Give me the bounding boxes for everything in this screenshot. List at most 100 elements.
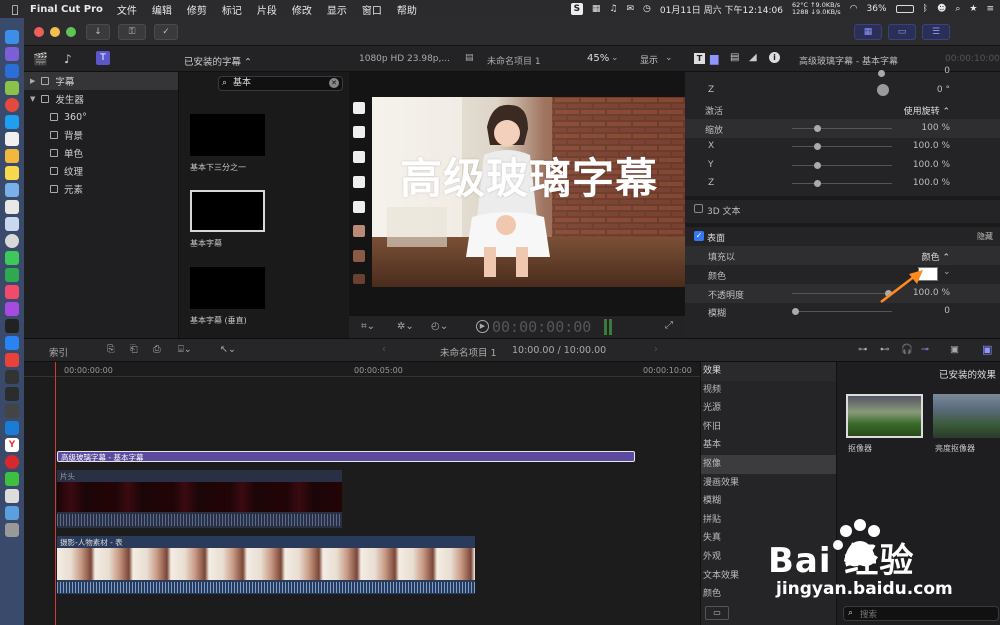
chrome-icon[interactable] — [5, 98, 19, 112]
play-button[interactable]: ▶ — [476, 320, 489, 333]
thumb-basic-title[interactable] — [190, 190, 265, 232]
thumb-basic-lower-third[interactable] — [190, 114, 265, 156]
battery-icon[interactable] — [895, 5, 914, 13]
photos-audio-icon[interactable]: ♪ — [64, 52, 72, 66]
effects-sidebar-toggle[interactable]: ▭ — [705, 606, 729, 620]
fill-popup[interactable]: 颜色 ⌃ — [922, 250, 950, 263]
slider-knob[interactable] — [814, 125, 821, 132]
filmstrip-frame[interactable] — [353, 274, 365, 284]
edit-overwrite-icon[interactable]: ⌸⌄ — [178, 344, 192, 355]
chevron-down-icon[interactable]: ⌄ — [611, 53, 619, 63]
sidebar-item-solids[interactable]: 单色 — [24, 144, 178, 162]
effects-category[interactable]: 基本 — [701, 436, 836, 455]
messages-icon[interactable] — [5, 251, 19, 265]
media-library-icon[interactable]: 🎬 — [33, 52, 48, 66]
import-button[interactable]: ↓ — [86, 24, 110, 40]
reminders-icon[interactable] — [5, 200, 19, 214]
effects-category[interactable]: 视频 — [701, 381, 836, 400]
info-inspector-tab[interactable]: i — [769, 52, 780, 63]
star-icon[interactable]: ★ — [969, 4, 977, 14]
effects-category[interactable]: 模糊 — [701, 492, 836, 511]
launchpad-icon[interactable] — [5, 47, 19, 61]
clock-icon[interactable]: ◷ — [643, 4, 651, 14]
select-tool-icon[interactable]: ↖⌄ — [220, 344, 236, 355]
rotation-dial-icon[interactable] — [878, 70, 885, 77]
search-icon[interactable]: ⌕ — [955, 4, 960, 14]
terminal-icon[interactable] — [5, 370, 19, 384]
sidebar-item-generators[interactable]: ▼ 发生器 — [24, 90, 178, 108]
calendar-icon[interactable] — [5, 132, 19, 146]
blur-slider[interactable] — [792, 311, 892, 312]
menu-item-file[interactable]: 文件 — [117, 2, 137, 17]
filmstrip-frame[interactable] — [353, 225, 365, 237]
slider-knob[interactable] — [792, 308, 799, 315]
battery-percent[interactable]: 36% — [867, 4, 887, 14]
viewer-display-menu[interactable]: 显示 — [640, 53, 658, 66]
xcode-icon[interactable] — [5, 421, 19, 435]
safari-icon[interactable] — [5, 234, 19, 248]
video-inspector-tab[interactable]: ▤ — [730, 52, 739, 63]
effects-category[interactable]: 漫画效果 — [701, 474, 836, 493]
blur-value[interactable]: 0 — [944, 306, 950, 316]
edit-append-icon[interactable]: ⎙ — [153, 344, 161, 355]
browser-search-input[interactable]: ⌕ 基本 ✕ — [218, 76, 343, 91]
fullscreen-icon[interactable]: ⤢ — [665, 320, 673, 331]
filmstrip-icon[interactable]: ▣ — [950, 344, 959, 355]
effect-thumb-keyer[interactable] — [846, 394, 923, 438]
scale-slider[interactable] — [792, 128, 892, 129]
title-clip[interactable]: 高级玻璃字幕 - 基本字幕 — [57, 451, 635, 462]
effects-category[interactable]: 怀旧 — [701, 418, 836, 437]
slider-knob[interactable] — [814, 180, 821, 187]
facetime-icon[interactable] — [5, 268, 19, 282]
menu-item-modify[interactable]: 修改 — [292, 2, 312, 17]
network-monitor[interactable]: 62°C ↑9.0KB/s 1288 ↓9.0KB/s — [792, 2, 841, 16]
disclosure-arrow-icon[interactable]: ▶ — [30, 77, 35, 85]
music-app-icon[interactable] — [5, 285, 19, 299]
inspector-value[interactable]: 0 ° — [937, 85, 950, 95]
filmstrip-frame[interactable] — [353, 176, 365, 188]
transform-tool-icon[interactable]: ⌗⌄ — [361, 321, 375, 332]
inspector-value[interactable]: 100.0 % — [913, 160, 950, 170]
clear-search-icon[interactable]: ✕ — [329, 78, 339, 88]
show-browser-button[interactable]: ▦ — [854, 24, 882, 40]
video-frame[interactable]: 高级玻璃字幕 — [372, 97, 685, 287]
thumb-basic-title-vertical[interactable] — [190, 267, 265, 309]
qq-icon[interactable] — [5, 115, 19, 129]
menu-item-window[interactable]: 窗口 — [362, 2, 382, 17]
text-inspector-tab[interactable]: T — [694, 53, 705, 64]
fcp-icon[interactable] — [5, 404, 19, 418]
tv-icon[interactable] — [5, 319, 19, 333]
rotation-mode-popup[interactable]: 使用旋转 ⌃ — [904, 104, 950, 117]
effects-browser-icon[interactable]: ▣ — [982, 343, 992, 356]
menu-item-edit[interactable]: 编辑 — [152, 2, 172, 17]
inspector-value[interactable]: 100 % — [921, 123, 950, 133]
zoom-window-button[interactable] — [66, 27, 76, 37]
slider-knob[interactable] — [814, 162, 821, 169]
edit-connect-icon[interactable]: ⎘ — [107, 344, 115, 355]
wechat-icon[interactable] — [5, 472, 19, 486]
inspector-value[interactable]: 100.0 % — [913, 178, 950, 188]
playhead[interactable] — [55, 362, 56, 625]
notes-icon[interactable] — [5, 166, 19, 180]
android-icon[interactable] — [5, 81, 19, 95]
menu-item-view[interactable]: 显示 — [327, 2, 347, 17]
timeline-ruler[interactable]: 00:00:00:00 00:00:05:00 00:00:10:00 — [24, 362, 700, 377]
appstore-icon[interactable] — [5, 64, 19, 78]
forward-arrow-icon[interactable]: › — [654, 344, 658, 355]
back-arrow-icon[interactable]: ‹ — [382, 344, 386, 355]
filmstrip-frame[interactable] — [353, 102, 365, 114]
chevron-down-icon[interactable]: ⌄ — [665, 53, 673, 63]
scale-y-slider[interactable] — [792, 165, 892, 166]
snapping-icon[interactable]: ⊷ — [880, 344, 890, 355]
podcasts-icon[interactable] — [5, 302, 19, 316]
edit-insert-icon[interactable]: ⎗ — [130, 344, 138, 355]
chat-icon[interactable]: ✉ — [626, 4, 634, 14]
speed-tool-icon[interactable]: ◴⌄ — [431, 321, 448, 332]
user-icon[interactable]: ☻ — [937, 4, 946, 14]
titles-dropdown[interactable]: 已安装的字幕 ⌃ — [184, 54, 252, 68]
inspector-value[interactable]: 100.0 % — [913, 141, 950, 151]
clip-appearance-icon[interactable]: ⊶ — [858, 344, 868, 355]
minimize-window-button[interactable] — [50, 27, 60, 37]
sidebar-item-textures[interactable]: 纹理 — [24, 162, 178, 180]
effects-category[interactable]: 光源 — [701, 399, 836, 418]
